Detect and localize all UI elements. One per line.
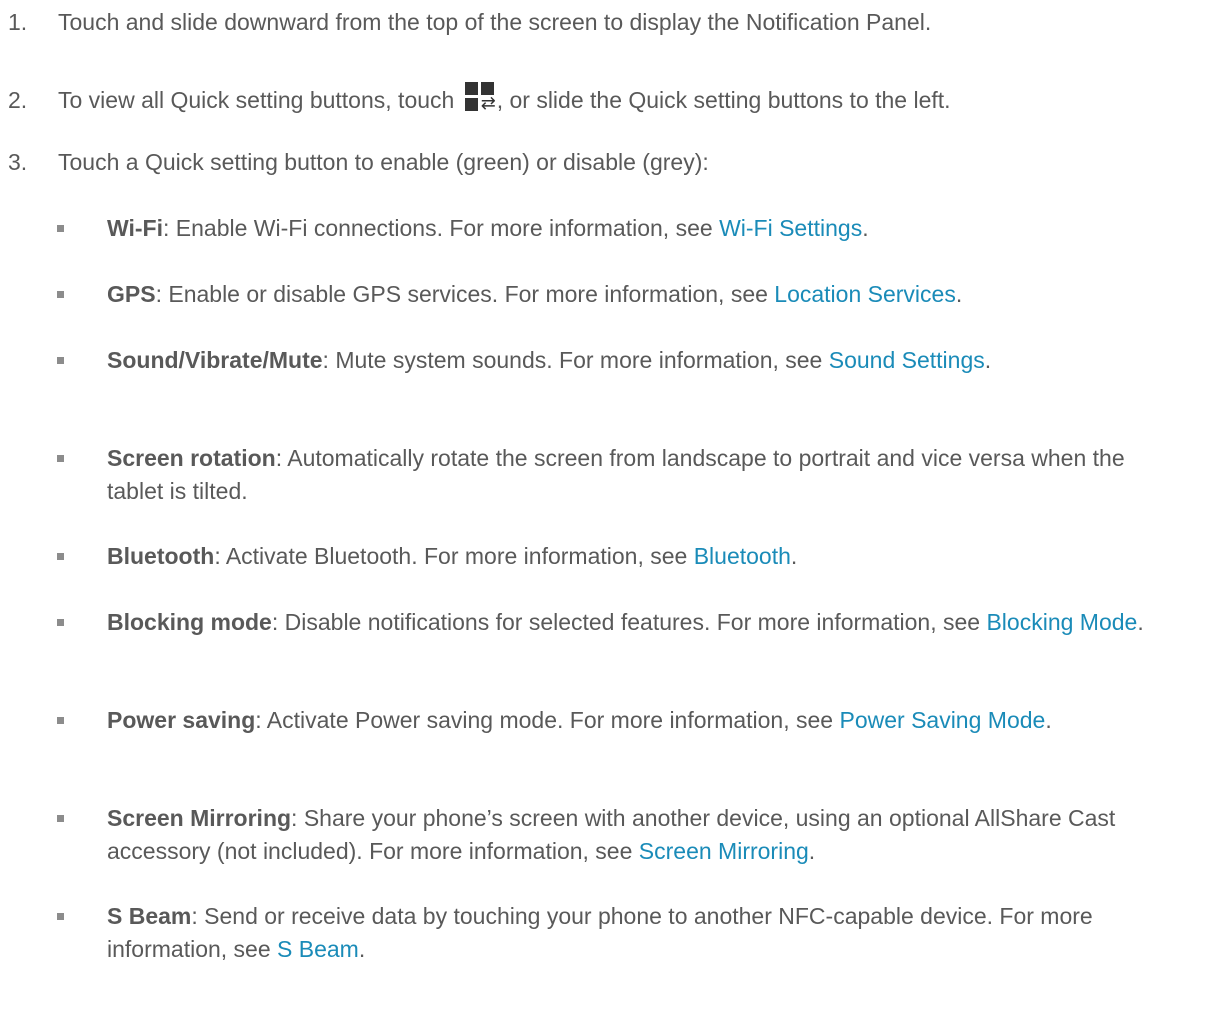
item-desc: : Enable or disable GPS services. For mo… (155, 281, 775, 307)
item-desc: : Disable notifications for selected fea… (271, 609, 987, 635)
item-end: . (862, 215, 869, 241)
item-term: S Beam (107, 903, 192, 929)
link-screen-mirroring[interactable]: Screen Mirroring (639, 838, 809, 864)
list-item-s-beam: S Beam: Send or receive data by touching… (57, 900, 1187, 966)
step-2: 2. To view all Quick setting buttons, tou… (8, 82, 951, 117)
step-number: 2. (8, 87, 28, 113)
item-term: Sound/Vibrate/Mute (107, 347, 323, 373)
step-number: 3. (8, 149, 28, 175)
list-item-screen-mirroring: Screen Mirroring: Share your phone’s scr… (57, 802, 1187, 868)
item-term: Power saving (107, 707, 256, 733)
item-desc: : Activate Bluetooth. For more informati… (214, 543, 694, 569)
link-wifi-settings[interactable]: Wi-Fi Settings (719, 215, 862, 241)
link-power-saving-mode[interactable]: Power Saving Mode (839, 707, 1045, 733)
item-term: Screen Mirroring (107, 805, 292, 831)
item-term: Bluetooth (107, 543, 215, 569)
bullet-marker (57, 455, 64, 462)
bullet-marker (57, 815, 64, 822)
list-item-gps: GPS: Enable or disable GPS services. For… (57, 278, 1187, 311)
list-item-screen-rotation: Screen rotation: Automatically rotate th… (57, 442, 1187, 508)
item-end: . (1137, 609, 1144, 635)
item-desc: : Enable Wi-Fi connections. For more inf… (163, 215, 720, 241)
link-sound-settings[interactable]: Sound Settings (829, 347, 985, 373)
link-s-beam[interactable]: S Beam (277, 936, 359, 962)
item-end: . (790, 543, 798, 569)
item-term: Blocking mode (107, 609, 272, 635)
item-term: Wi-Fi (107, 215, 163, 241)
item-desc: : Send or receive data by touching your … (107, 903, 1093, 962)
link-bluetooth[interactable]: Bluetooth (694, 543, 791, 569)
quick-settings-grid-swap-icon: ⇄ (464, 82, 497, 113)
bullet-marker (57, 553, 64, 560)
item-desc: : Activate Power saving mode. For more i… (255, 707, 840, 733)
list-item-power-saving: Power saving: Activate Power saving mode… (57, 704, 1187, 737)
step-1: 1. Touch and slide downward from the top … (8, 6, 931, 39)
list-item-bluetooth: Bluetooth: Activate Bluetooth. For more … (57, 540, 1187, 573)
bullet-marker (57, 357, 64, 364)
item-end: . (1045, 707, 1052, 733)
link-location-services[interactable]: Location Services (774, 281, 956, 307)
item-end: . (955, 281, 963, 307)
step-text: Touch a Quick setting button to enable (… (58, 149, 709, 175)
item-end: . (984, 347, 992, 373)
item-term: Screen rotation (107, 445, 276, 471)
bullet-marker (57, 225, 64, 232)
step-number: 1. (8, 9, 28, 35)
item-end: . (808, 838, 816, 864)
item-end: . (358, 936, 366, 962)
bullet-marker (57, 291, 64, 298)
item-term: GPS (107, 281, 156, 307)
bullet-marker (57, 913, 64, 920)
step-text-before: To view all Quick setting buttons, touch (58, 87, 461, 113)
list-item-sound: Sound/Vibrate/Mute: Mute system sounds. … (57, 344, 1187, 377)
item-desc: : Mute system sounds. For more informati… (322, 347, 829, 373)
step-3: 3. Touch a Quick setting button to enable… (8, 146, 709, 179)
step-text-after: , or slide the Quick setting buttons to … (496, 87, 951, 113)
bullet-marker (57, 717, 64, 724)
list-item-blocking-mode: Blocking mode: Disable notifications for… (57, 606, 1187, 639)
list-item-wifi: Wi-Fi: Enable Wi-Fi connections. For mor… (57, 212, 1187, 245)
bullet-marker (57, 619, 64, 626)
link-blocking-mode[interactable]: Blocking Mode (986, 609, 1137, 635)
step-text: Touch and slide downward from the top of… (58, 9, 932, 35)
